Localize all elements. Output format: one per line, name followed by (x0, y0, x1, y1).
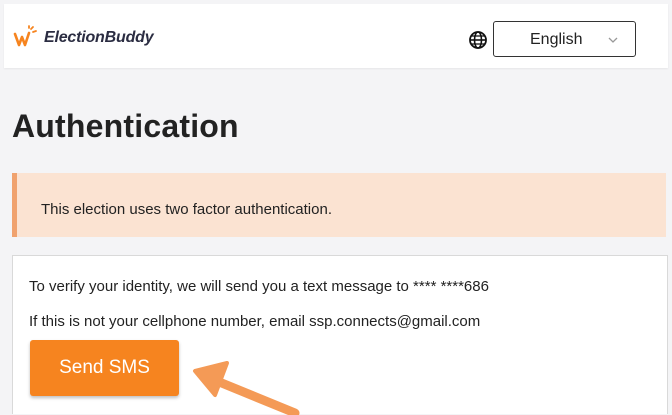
alert-text: This election uses two factor authentica… (41, 201, 332, 218)
page-title: Authentication (12, 108, 239, 144)
globe-icon (469, 31, 487, 49)
language-select[interactable]: English (493, 21, 636, 57)
top-header: ElectionBuddy English (4, 4, 668, 68)
logo-text: ElectionBuddy (44, 29, 154, 46)
chevron-down-icon (608, 37, 618, 43)
electionbuddy-logo[interactable]: ElectionBuddy (12, 24, 154, 52)
electionbuddy-logo-icon (13, 25, 37, 47)
send-sms-button[interactable]: Send SMS (30, 340, 179, 396)
language-selected-label: English (530, 31, 583, 48)
annotation-arrow (193, 361, 300, 415)
two-factor-alert: This election uses two factor authentica… (12, 173, 666, 237)
contact-email-message: If this is not your cellphone number, em… (29, 313, 481, 330)
verify-message: To verify your identity, we will send yo… (29, 278, 489, 295)
verification-card: To verify your identity, we will send yo… (12, 255, 668, 414)
